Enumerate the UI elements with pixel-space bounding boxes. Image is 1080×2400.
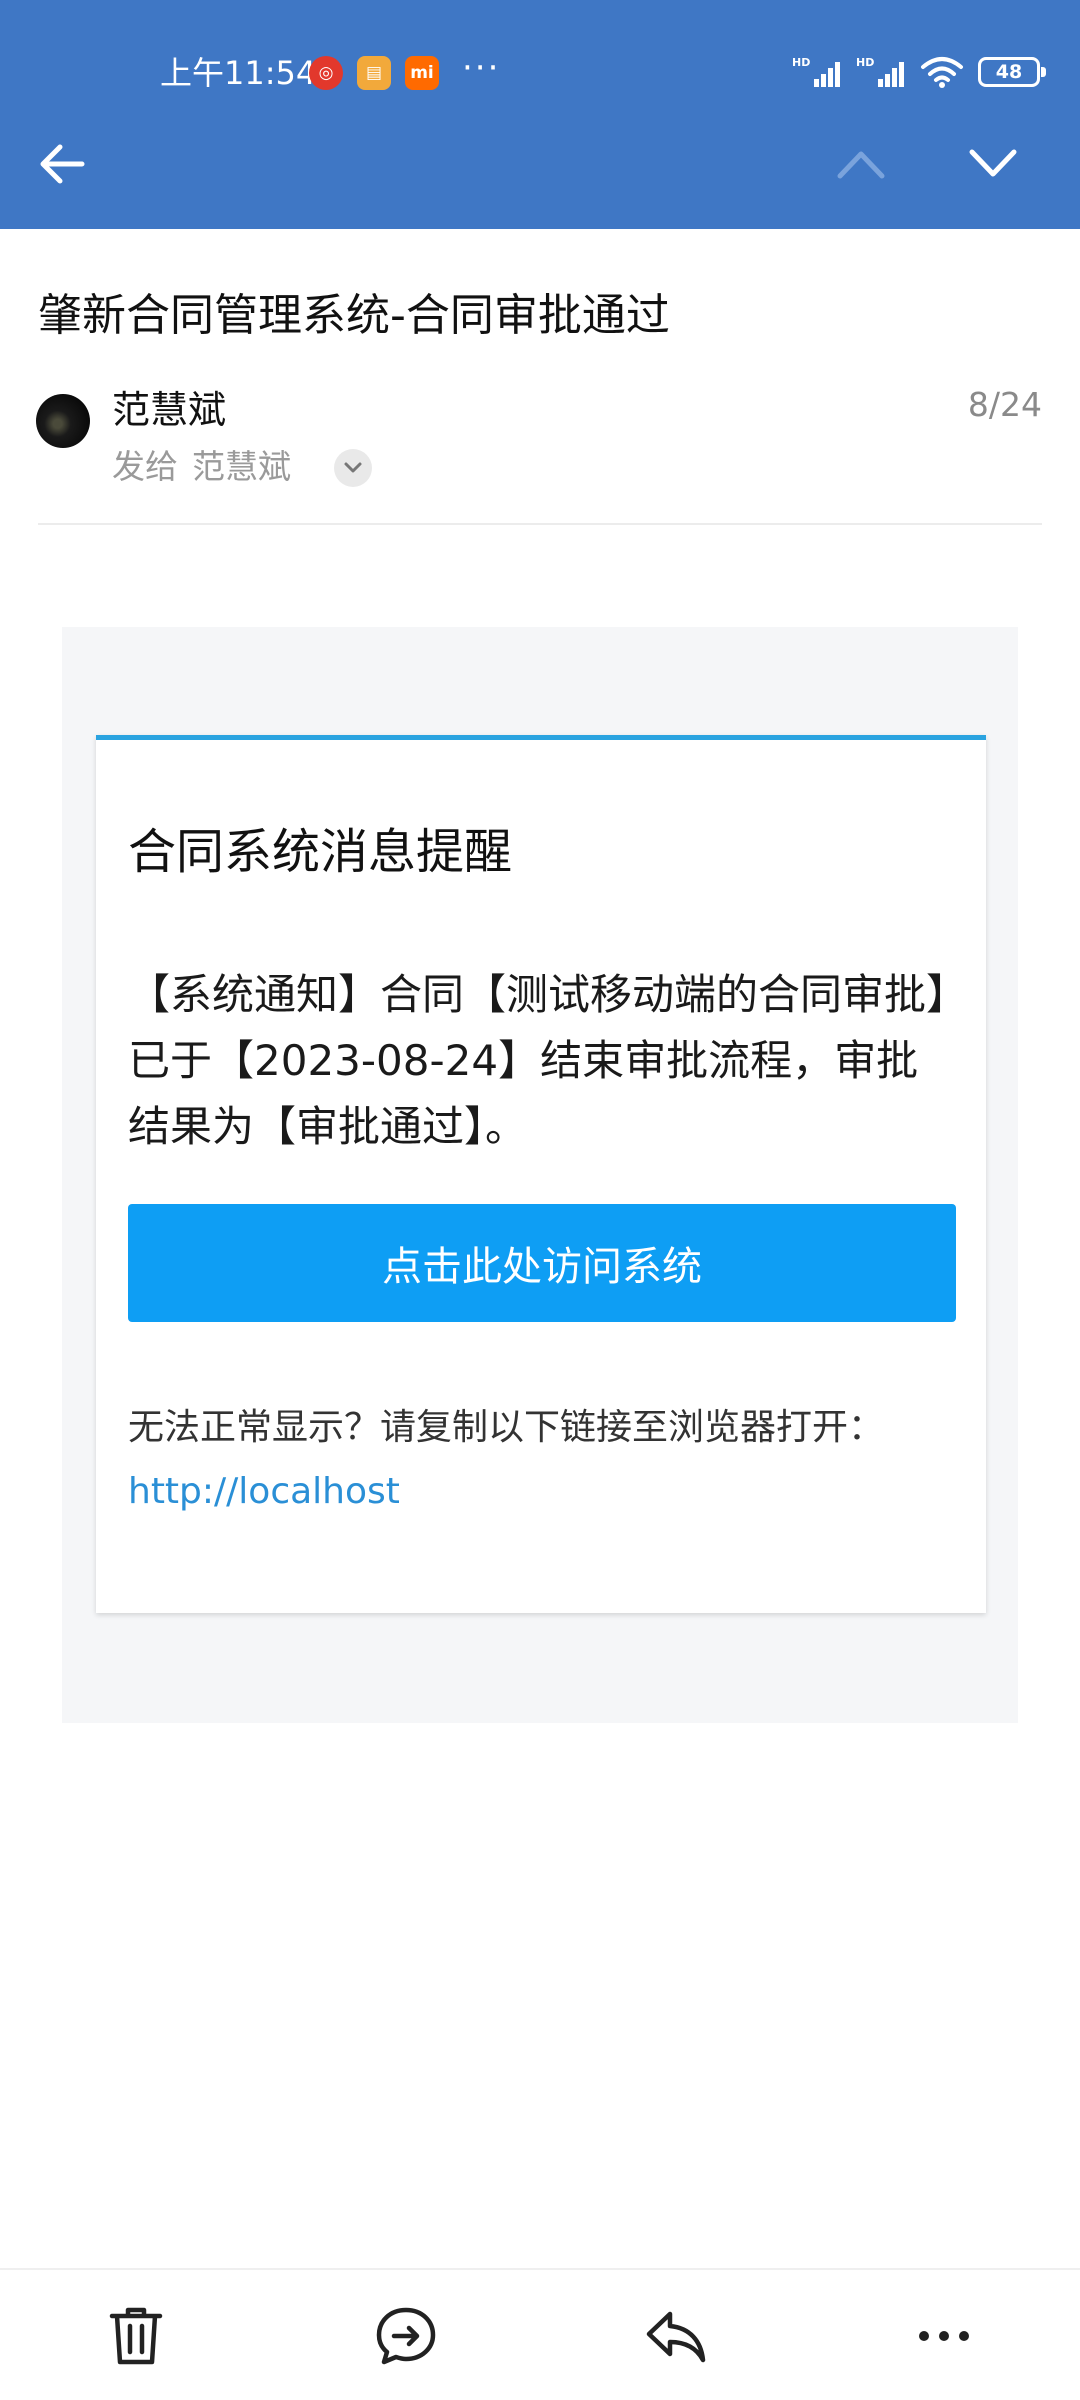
arrow-left-icon[interactable] xyxy=(36,138,88,190)
fallback-link[interactable]: http://localhost xyxy=(128,1466,400,1518)
delete-button[interactable] xyxy=(100,2300,172,2372)
more-button[interactable] xyxy=(908,2300,980,2372)
header-divider xyxy=(38,523,1042,525)
card-message: 【系统通知】合同【测试移动端的合同审批】已于【2023-08-24】结束审批流程… xyxy=(128,970,948,1151)
card-title: 合同系统消息提醒 xyxy=(128,824,513,880)
status-indicators: HD HD 48 xyxy=(792,52,1046,92)
battery-icon: 48 xyxy=(978,57,1046,87)
more-notifications-icon: ··· xyxy=(462,48,501,88)
reply-button[interactable] xyxy=(640,2300,712,2372)
music-app-icon: ◎ xyxy=(309,56,343,90)
expand-recipients-button[interactable] xyxy=(334,449,372,487)
mail-app: 上午11:54 ◎ ▤ mi ··· HD HD 48 肇新合同管理系统-合同审… xyxy=(0,0,1080,2400)
email-subject: 肇新合同管理系统-合同审批通过 xyxy=(38,290,670,341)
svg-text:HD: HD xyxy=(856,56,874,69)
chevron-down-small-icon xyxy=(344,462,362,473)
email-date: 8/24 xyxy=(967,385,1042,424)
send-to-label: 发给 xyxy=(112,447,178,486)
mi-app-icon: mi xyxy=(405,56,439,90)
sender-name[interactable]: 范慧斌 xyxy=(112,384,226,436)
svg-text:HD: HD xyxy=(792,56,810,69)
chevron-up-icon[interactable] xyxy=(836,146,886,182)
trash-icon xyxy=(109,2307,163,2365)
signal-2-icon: HD xyxy=(856,56,904,87)
top-header: 上午11:54 ◎ ▤ mi ··· HD HD 48 xyxy=(0,0,1080,229)
recipient-line: 发给 范慧斌 xyxy=(112,444,291,490)
reply-icon xyxy=(646,2311,706,2363)
recipient-name[interactable]: 范慧斌 xyxy=(192,447,291,486)
forward-chat-icon xyxy=(376,2307,436,2365)
notification-card: 合同系统消息提醒 【系统通知】合同【测试移动端的合同审批】已于【2023-08-… xyxy=(96,735,986,1613)
signal-1-icon: HD xyxy=(792,56,840,87)
forward-button[interactable] xyxy=(370,2300,442,2372)
files-app-icon: ▤ xyxy=(357,56,391,90)
sender-avatar[interactable] xyxy=(36,394,90,448)
battery-level: 48 xyxy=(995,61,1023,83)
bottom-toolbar xyxy=(0,2268,1080,2400)
wifi-icon xyxy=(921,57,963,88)
visit-system-button[interactable]: 点击此处访问系统 xyxy=(128,1204,956,1322)
email-body: 合同系统消息提醒 【系统通知】合同【测试移动端的合同审批】已于【2023-08-… xyxy=(62,627,1018,1723)
status-time: 上午11:54 xyxy=(160,54,317,92)
more-dots-icon xyxy=(919,2331,969,2341)
chevron-down-icon[interactable] xyxy=(968,146,1018,182)
fallback-note: 无法正常显示？请复制以下链接至浏览器打开： xyxy=(128,1407,885,1448)
